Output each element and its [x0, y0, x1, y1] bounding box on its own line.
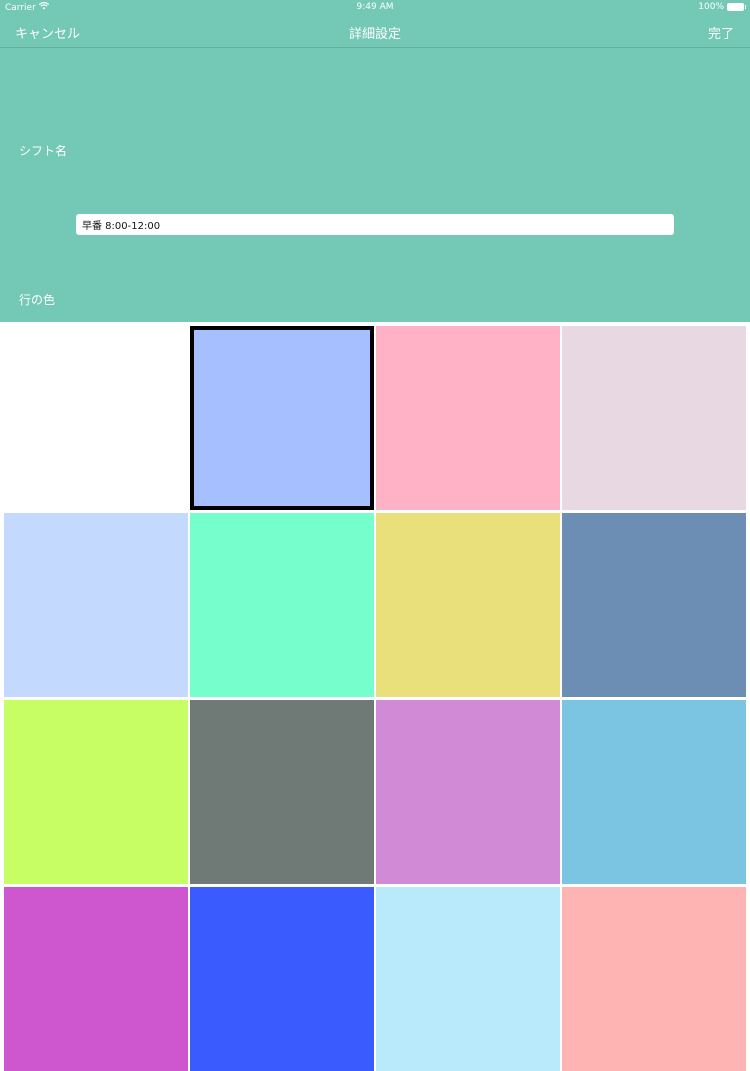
color-swatch[interactable]: [4, 700, 188, 884]
color-swatch[interactable]: [376, 887, 560, 1071]
navbar-divider: [0, 47, 750, 48]
row-color-label: 行の色: [19, 293, 56, 307]
color-swatch[interactable]: [376, 326, 560, 510]
color-swatch-grid: [0, 322, 750, 1071]
shift-name-input[interactable]: [76, 214, 674, 235]
color-swatch[interactable]: [562, 700, 746, 884]
status-bar: Carrier 9:49 AM 100%: [0, 0, 750, 14]
color-swatch[interactable]: [4, 887, 188, 1071]
color-swatch[interactable]: [562, 513, 746, 697]
color-swatch-selected[interactable]: [190, 326, 374, 510]
color-swatch[interactable]: [190, 513, 374, 697]
navigation-bar: キャンセル 詳細設定 完了: [0, 14, 750, 47]
status-right: 100%: [698, 2, 746, 12]
done-button[interactable]: 完了: [708, 23, 734, 42]
color-swatch[interactable]: [4, 513, 188, 697]
color-swatch[interactable]: [4, 326, 188, 510]
battery-icon: [727, 3, 746, 11]
page-title: 詳細設定: [348, 27, 401, 42]
color-swatch[interactable]: [562, 887, 746, 1071]
color-swatch[interactable]: [190, 700, 374, 884]
settings-header: キャンセル 詳細設定 完了 シフト名 行の色: [0, 14, 750, 322]
color-swatch[interactable]: [376, 700, 560, 884]
color-swatch[interactable]: [376, 513, 560, 697]
color-swatch[interactable]: [190, 887, 374, 1071]
status-time: 9:49 AM: [356, 2, 394, 12]
battery-percent: 100%: [698, 2, 724, 12]
shift-name-label: シフト名: [19, 144, 68, 158]
color-swatch[interactable]: [562, 326, 746, 510]
